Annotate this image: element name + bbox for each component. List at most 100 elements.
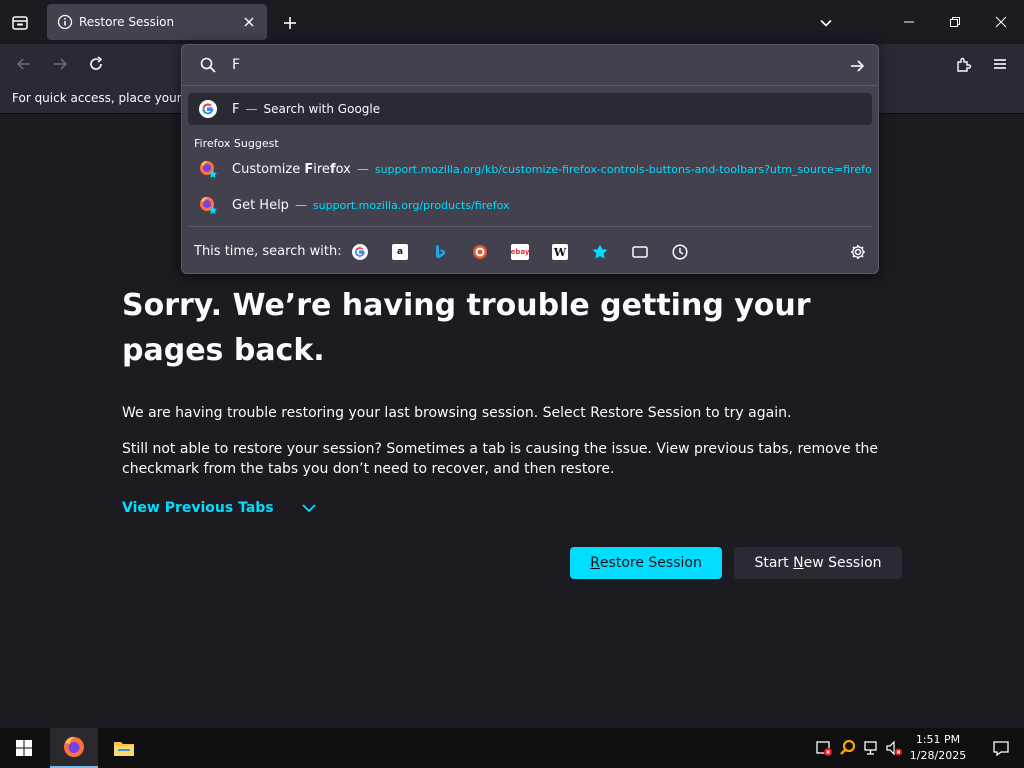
suggestion-title-rest: ox [335,161,351,177]
search-settings-button[interactable] [846,240,870,264]
firefox-view-icon [12,16,28,30]
search-with-label: This time, search with: [194,244,342,259]
restore-description: We are having trouble restoring your las… [122,405,792,421]
restore-window-button[interactable] [932,0,978,44]
reload-button[interactable] [82,50,110,78]
suggestion-title-prefix: Customize [232,161,305,177]
extensions-button[interactable] [950,50,978,78]
tray-security-icon[interactable] [814,738,834,758]
suggestion-title: Customize Firefox [232,162,351,177]
app-menu-button[interactable] [986,50,1014,78]
tab-icon [632,246,648,258]
close-icon [995,16,1007,28]
tab-close-button[interactable] [237,10,261,34]
firefox-help-icon [198,159,218,179]
start-new-session-label: ew Session [803,555,882,571]
chevron-down-icon [300,499,318,517]
clock-icon [672,244,688,260]
search-engine-google[interactable] [348,240,372,264]
tab-strip: Restore Session [0,0,1024,44]
folder-icon [114,742,134,756]
firefox-suggest-header: Firefox Suggest [194,137,279,150]
amazon-icon: a [392,244,408,260]
start-new-session-button[interactable]: Start New Session [734,547,902,579]
firefox-help-icon [198,195,218,215]
volume-muted-icon[interactable] [884,738,904,758]
suggestion-title-match: F [304,161,314,177]
bookmarks-placeholder-text: For quick access, place your boo [12,91,182,105]
page-title: Sorry. We’re having trouble getting your… [122,288,811,368]
firefox-icon [64,736,84,757]
taskbar-file-explorer[interactable] [100,728,148,768]
search-tabs-button[interactable] [628,240,652,264]
close-window-button[interactable] [978,0,1024,44]
taskbar-firefox[interactable] [50,728,98,768]
suggestion-title: Get Help [232,197,289,213]
tab-restore-session[interactable]: Restore Session [47,4,267,40]
google-icon [198,99,218,119]
notification-icon [993,741,1009,757]
search-icon [198,55,218,75]
search-history-button[interactable] [668,240,692,264]
suggestion-url: support.mozilla.org/products/firefox [312,198,510,212]
search-term: F [232,101,240,117]
reload-icon [90,56,103,70]
suggestion-url: support.mozilla.org/kb/customize-firefox… [374,162,872,176]
search-bookmarks-button[interactable] [588,240,612,264]
search-engine-bing[interactable] [428,240,452,264]
action-center-button[interactable] [978,728,1024,768]
view-previous-tabs-toggle[interactable]: View Previous Tabs [122,499,318,517]
restore-session-accel: R [590,555,600,571]
urlbar-input[interactable] [232,55,832,75]
chevron-down-icon [820,19,832,27]
result-separator: — [356,162,369,176]
start-new-session-prefix: Start [754,555,794,571]
search-engine-ebay[interactable]: ebay [508,240,532,264]
search-engine-wikipedia[interactable]: W [548,240,572,264]
firefox-view-button[interactable] [6,9,34,37]
clock-time: 1:51 PM [915,733,961,746]
search-action-label: Search with Google [263,102,381,116]
taskbar-clock[interactable]: 1:51 PM 1/28/2025 [906,732,970,764]
search-engine-duckduckgo[interactable] [468,240,492,264]
arrow-left-icon [16,58,30,70]
new-tab-button[interactable] [276,9,304,37]
back-button[interactable] [10,50,38,78]
minimize-button[interactable] [886,0,932,44]
urlbar-dropdown: F — Search with Google Firefox Suggest C… [181,44,879,274]
puzzle-icon [957,57,972,72]
hamburger-icon [994,59,1006,69]
suggestion-customize-firefox[interactable]: Customize Firefox — support.mozilla.org/… [188,153,872,185]
windows-logo-icon [16,740,32,756]
restore-session-label: estore Session [599,555,702,571]
search-suggestion-row[interactable]: F — Search with Google [188,93,872,125]
ebay-icon: ebay [511,244,529,260]
result-separator: — [294,198,307,212]
urlbar [182,45,878,85]
clock-date: 1/28/2025 [909,749,967,762]
list-all-tabs-button[interactable] [812,9,840,37]
restore-help-text: Still not able to restore your session? … [122,441,879,477]
forward-button[interactable] [46,50,74,78]
network-icon[interactable] [862,738,882,758]
gear-icon [851,245,865,259]
bing-icon [436,245,445,259]
tray-search-icon[interactable] [838,738,858,758]
restore-session-button[interactable]: Restore Session [570,547,722,579]
wikipedia-icon: W [552,244,568,260]
suggestion-get-help[interactable]: Get Help — support.mozilla.org/products/… [188,189,872,221]
tab-title: Restore Session [79,15,175,29]
google-icon [352,244,368,260]
plus-icon [284,17,296,29]
go-button[interactable] [846,55,868,77]
result-separator: — [245,102,258,116]
windows-taskbar: 1:51 PM 1/28/2025 [0,728,1024,768]
view-previous-tabs-label: View Previous Tabs [122,500,274,516]
restore-window-icon [950,17,960,27]
divider [182,85,878,86]
star-icon [592,244,608,259]
start-button[interactable] [0,728,48,768]
info-icon [57,14,73,30]
search-engine-amazon[interactable]: a [388,240,412,264]
minimize-icon [904,21,914,23]
